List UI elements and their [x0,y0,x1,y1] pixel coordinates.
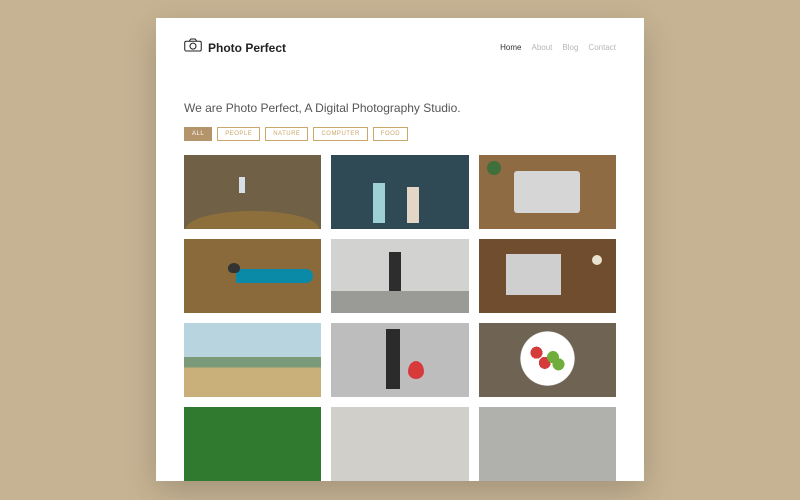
gallery-item[interactable] [479,407,616,481]
filter-food[interactable]: FOOD [373,127,408,141]
gallery-item[interactable] [184,155,321,229]
gallery-item[interactable] [331,407,468,481]
gallery-item[interactable] [331,155,468,229]
filter-computer[interactable]: COMPUTER [313,127,367,141]
filter-people[interactable]: PEOPLE [217,127,260,141]
gallery-item[interactable] [184,407,321,481]
header: Photo Perfect Home About Blog Contact [184,38,616,57]
nav-home[interactable]: Home [500,43,521,52]
page-card: Photo Perfect Home About Blog Contact We… [156,18,644,481]
gallery-item[interactable] [479,323,616,397]
nav-contact[interactable]: Contact [588,43,616,52]
brand[interactable]: Photo Perfect [184,38,286,57]
filter-all[interactable]: ALL [184,127,212,141]
gallery-item[interactable] [331,323,468,397]
headline: We are Photo Perfect, A Digital Photogra… [184,101,616,115]
filter-bar: ALL PEOPLE NATURE COMPUTER FOOD [184,127,616,141]
gallery-item[interactable] [184,239,321,313]
camera-icon [184,38,202,57]
nav-about[interactable]: About [532,43,553,52]
gallery-grid [184,155,616,481]
filter-nature[interactable]: NATURE [265,127,308,141]
main-nav: Home About Blog Contact [500,43,616,52]
gallery-item[interactable] [331,239,468,313]
gallery-item[interactable] [479,239,616,313]
gallery-item[interactable] [184,323,321,397]
nav-blog[interactable]: Blog [562,43,578,52]
gallery-item[interactable] [479,155,616,229]
brand-name: Photo Perfect [208,41,286,55]
